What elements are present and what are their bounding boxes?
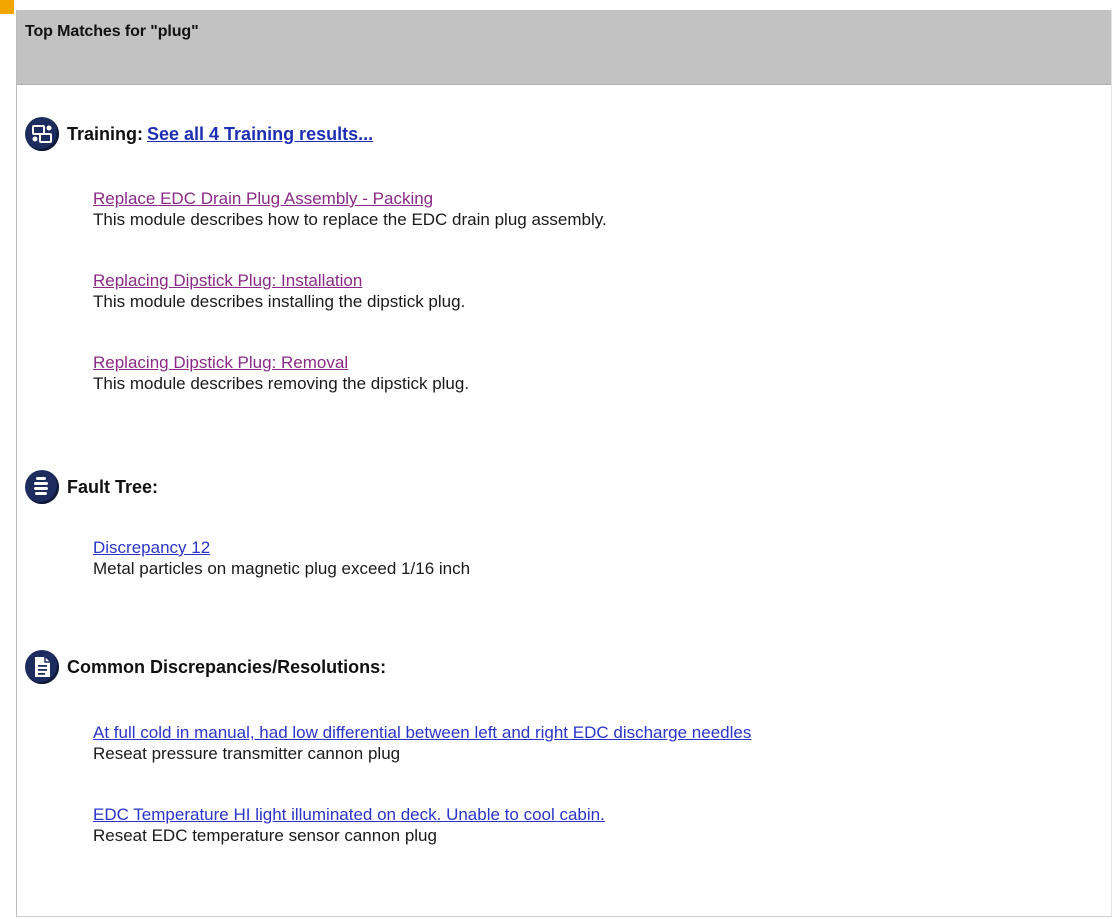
discrepancy-result-2: EDC Temperature HI light illuminated on … — [93, 805, 605, 847]
fault-tree-result-1: Discrepancy 12 Metal particles on magnet… — [93, 538, 470, 580]
discrepancy-result-description: Reseat pressure transmitter cannon plug — [93, 744, 401, 763]
discrepancy-result-link[interactable]: At full cold in manual, had low differen… — [93, 723, 751, 743]
training-result-link[interactable]: Replacing Dipstick Plug: Installation — [93, 271, 465, 291]
fault-tree-result-link[interactable]: Discrepancy 12 — [93, 538, 470, 558]
training-result-description: This module describes installing the dip… — [93, 292, 466, 311]
discrepancies-section-title: Common Discrepancies/Resolutions: — [67, 656, 387, 677]
panel-header: Top Matches for "plug" — [17, 10, 1111, 85]
fault-tree-result-description: Metal particles on magnetic plug exceed … — [93, 559, 471, 578]
fault-tree-icon — [25, 470, 59, 504]
training-result-1: Replace EDC Drain Plug Assembly - Packin… — [93, 189, 607, 231]
discrepancies-section: Common Discrepancies/Resolutions: — [25, 650, 1085, 684]
discrepancy-result-link[interactable]: EDC Temperature HI light illuminated on … — [93, 805, 605, 825]
top-matches-panel: Top Matches for "plug" Training: See all… — [16, 10, 1112, 917]
fault-tree-section-title: Fault Tree: — [67, 476, 159, 497]
discrepancy-result-1: At full cold in manual, had low differen… — [93, 723, 751, 765]
training-icon — [25, 117, 59, 151]
training-section-title: Training: — [67, 123, 143, 144]
corner-marker — [0, 0, 14, 14]
document-icon — [25, 650, 59, 684]
training-result-link[interactable]: Replace EDC Drain Plug Assembly - Packin… — [93, 189, 607, 209]
discrepancies-section-header: Common Discrepancies/Resolutions: — [25, 650, 1085, 684]
training-result-2: Replacing Dipstick Plug: Installation Th… — [93, 271, 465, 313]
training-result-description: This module describes removing the dipst… — [93, 374, 470, 393]
fault-tree-section-header: Fault Tree: — [25, 470, 1085, 504]
training-result-description: This module describes how to replace the… — [93, 210, 607, 229]
see-all-training-link[interactable]: See all 4 Training results... — [147, 124, 373, 145]
training-section: Training: See all 4 Training results... — [25, 117, 1085, 151]
search-results-window: Top Matches for "plug" Training: See all… — [0, 0, 1115, 919]
training-result-link[interactable]: Replacing Dipstick Plug: Removal — [93, 353, 469, 373]
training-result-3: Replacing Dipstick Plug: Removal This mo… — [93, 353, 469, 395]
fault-tree-section: Fault Tree: — [25, 470, 1085, 504]
training-section-header: Training: See all 4 Training results... — [25, 117, 1085, 151]
discrepancy-result-description: Reseat EDC temperature sensor cannon plu… — [93, 826, 437, 845]
panel-title: Top Matches for "plug" — [25, 23, 199, 40]
